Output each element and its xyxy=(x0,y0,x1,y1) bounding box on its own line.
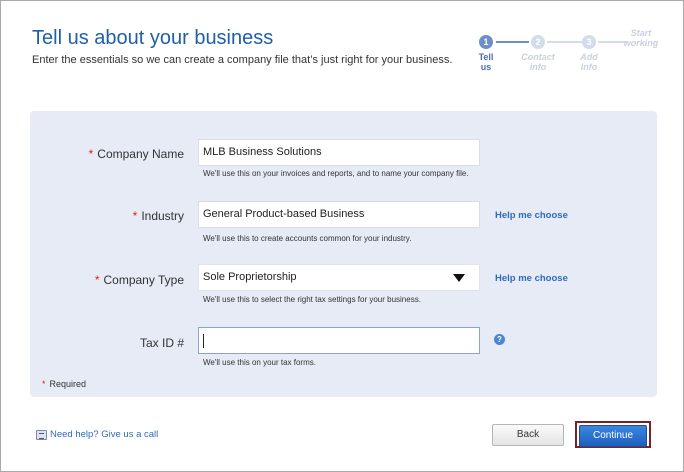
help-question-icon[interactable]: ? xyxy=(494,334,505,345)
required-marker: * xyxy=(88,147,94,161)
step-number: 2 xyxy=(531,35,545,49)
step-label: us xyxy=(480,62,492,72)
company-type-label: * Company Type xyxy=(94,273,184,287)
industry-help-link[interactable]: Help me choose xyxy=(495,210,568,221)
text-cursor xyxy=(203,334,204,348)
required-marker: * xyxy=(42,379,46,389)
step-label: Start xyxy=(630,28,652,38)
company-type-help-link[interactable]: Help me choose xyxy=(495,273,568,284)
industry-label: * Industry xyxy=(132,209,184,223)
help-call-link[interactable]: Need help? Give us a call xyxy=(36,429,158,440)
tax-id-hint: We'll use this on your tax forms. xyxy=(203,358,316,367)
page-title: Tell us about your business xyxy=(32,27,274,49)
company-name-label: * Company Name xyxy=(88,147,184,161)
step-number: 3 xyxy=(582,35,596,49)
company-name-input[interactable]: MLB Business Solutions xyxy=(198,139,480,166)
step-add-info: 3 Add info xyxy=(567,31,611,72)
step-label: Contact xyxy=(521,52,555,62)
back-button[interactable]: Back xyxy=(492,424,564,446)
help-call-label: Need help? Give us a call xyxy=(50,429,159,440)
continue-button[interactable]: Continue xyxy=(579,425,647,447)
step-tell-us: 1 Tell us xyxy=(464,31,508,72)
step-label: info xyxy=(580,62,598,72)
progress-stepper: 1 Tell us 2 Contact info 3 Add info Start wo… xyxy=(464,28,667,76)
required-marker: * xyxy=(132,209,138,223)
industry-input[interactable]: General Product-based Business xyxy=(198,201,480,228)
step-label: Add xyxy=(580,52,598,62)
step-start-working: Start working xyxy=(619,25,663,48)
step-label: info xyxy=(529,62,547,72)
step-label: working xyxy=(623,38,659,48)
company-type-value: Sole Proprietorship xyxy=(203,271,297,283)
required-marker: * xyxy=(94,273,100,287)
continue-button-focus-ring: Continue xyxy=(575,421,651,448)
required-note: * Required xyxy=(42,379,87,389)
page-subtitle: Enter the essentials so we can create a … xyxy=(32,54,453,66)
company-type-select[interactable]: Sole Proprietorship xyxy=(198,264,480,291)
company-name-hint: We'll use this on your invoices and repo… xyxy=(203,169,469,178)
step-number: 1 xyxy=(479,35,493,49)
setup-window: Tell us about your business Enter the es… xyxy=(0,0,684,472)
tax-id-input[interactable] xyxy=(198,327,480,354)
tax-id-label: Tax ID # xyxy=(139,336,184,350)
dropdown-arrow-icon xyxy=(453,274,465,282)
step-label: Tell xyxy=(478,52,494,62)
company-type-hint: We'll use this to select the right tax s… xyxy=(203,295,421,304)
step-contact-info: 2 Contact info xyxy=(516,31,560,72)
phone-icon xyxy=(36,429,47,440)
industry-hint: We'll use this to create accounts common… xyxy=(203,234,412,243)
